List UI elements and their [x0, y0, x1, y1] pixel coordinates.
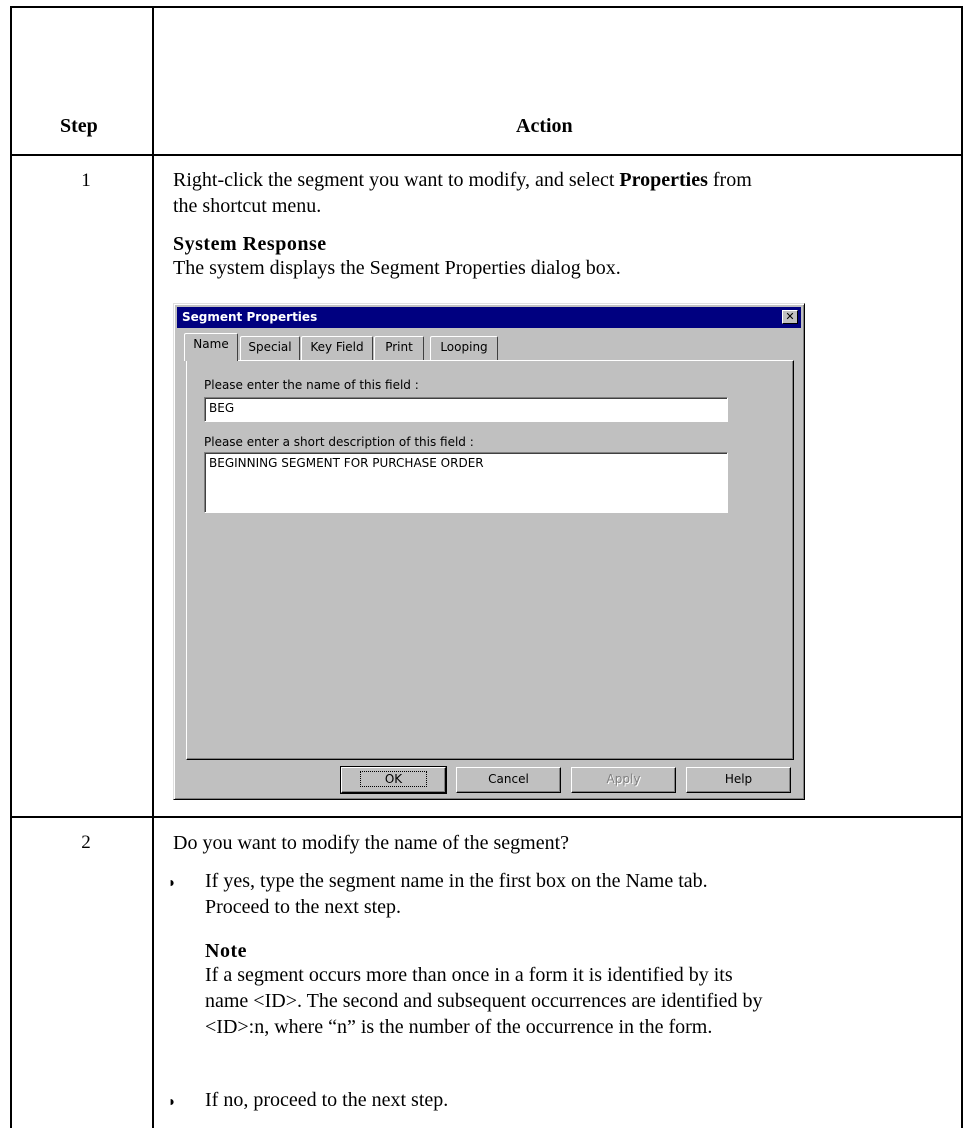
table-right-border: [961, 6, 963, 1128]
yes-line1: If yes, type the segment name in the fir…: [205, 870, 708, 892]
step-number-1: 1: [81, 170, 91, 191]
step2-yes-text: If yes, type the segment name in the fir…: [205, 868, 955, 920]
column-header-step: Step: [60, 115, 98, 137]
name-field-label: Please enter the name of this field :: [204, 378, 419, 392]
note-line1: If a segment occurs more than once in a …: [205, 964, 733, 986]
note-line2: name <ID>. The second and subsequent occ…: [205, 990, 763, 1012]
tab-name[interactable]: Name: [184, 333, 238, 361]
dialog-titlebar: Segment Properties ✕: [177, 307, 801, 328]
ok-button[interactable]: OK: [340, 766, 447, 794]
step-number-2: 2: [81, 832, 91, 853]
description-input[interactable]: BEGINNING SEGMENT FOR PURCHASE ORDER: [204, 452, 728, 513]
system-response-text: The system displays the Segment Properti…: [173, 257, 621, 279]
system-response-heading: System Response: [173, 233, 327, 255]
segment-properties-dialog: Segment Properties ✕ Name Special Key Fi…: [173, 303, 805, 800]
description-field-label: Please enter a short description of this…: [204, 435, 474, 449]
step1-instruction-post: from: [707, 169, 752, 191]
step1-instruction-line2: the shortcut menu.: [173, 195, 322, 217]
properties-keyword: Properties: [619, 169, 708, 191]
step1-instruction: Right-click the segment you want to modi…: [173, 167, 953, 219]
header-row-divider: [10, 154, 963, 156]
step2-question: Do you want to modify the name of the se…: [173, 832, 570, 854]
yes-line2: Proceed to the next step.: [205, 896, 402, 918]
help-button[interactable]: Help: [686, 767, 791, 793]
step2-no-text: If no, proceed to the next step.: [205, 1089, 449, 1111]
close-icon[interactable]: ✕: [782, 310, 798, 324]
tab-print[interactable]: Print: [374, 336, 424, 360]
dialog-title: Segment Properties: [182, 310, 318, 324]
bullet-no: ◗: [168, 1095, 177, 1110]
note-text: If a segment occurs more than once in a …: [205, 962, 960, 1040]
column-header-action: Action: [516, 115, 573, 137]
tab-panel-name: Please enter the name of this field : BE…: [186, 360, 794, 760]
apply-button[interactable]: Apply: [571, 767, 676, 793]
bullet-yes: ◗: [168, 876, 177, 891]
ok-button-label: OK: [359, 771, 428, 787]
step1-instruction-pre: Right-click the segment you want to modi…: [173, 169, 620, 191]
name-input[interactable]: BEG: [204, 397, 728, 422]
tab-key-field[interactable]: Key Field: [301, 336, 373, 360]
tab-special[interactable]: Special: [240, 336, 300, 360]
note-heading: Note: [205, 940, 247, 962]
tab-looping[interactable]: Looping: [430, 336, 498, 360]
step1-row-divider: [10, 816, 963, 818]
note-line3: <ID>:n, where “n” is the number of the o…: [205, 1016, 713, 1038]
cancel-button[interactable]: Cancel: [456, 767, 561, 793]
